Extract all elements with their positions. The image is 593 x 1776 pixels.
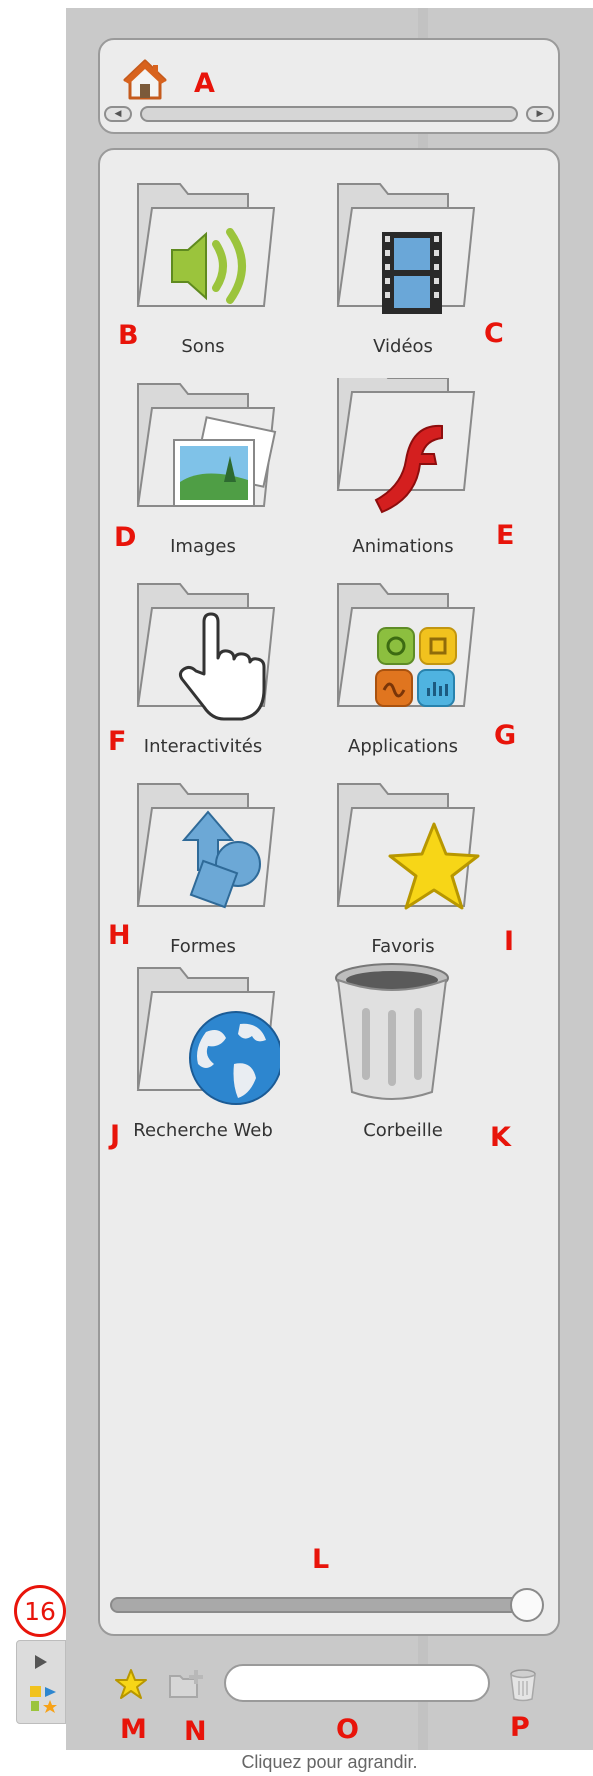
annotation-c: C	[484, 318, 504, 349]
scroll-left-arrow[interactable]: ◀	[104, 106, 132, 122]
folder-interactivites[interactable]: Interactivités	[118, 578, 288, 768]
library-mini-icon	[30, 1686, 57, 1713]
zoom-slider-track[interactable]	[110, 1597, 530, 1613]
add-favorite-star-icon[interactable]	[114, 1668, 148, 1700]
annotation-d: D	[114, 522, 137, 553]
annotation-g: G	[494, 720, 517, 751]
folder-label: Recherche Web	[133, 1120, 273, 1141]
annotation-o: O	[336, 1714, 359, 1745]
folder-applications[interactable]: Applications	[318, 578, 488, 768]
annotation-b: B	[118, 320, 139, 351]
folder-label: Vidéos	[373, 336, 433, 357]
folder-sons[interactable]: Sons	[118, 178, 288, 368]
folder-label: Images	[170, 536, 236, 557]
annotation-i: I	[504, 926, 515, 957]
annotation-a: A	[194, 68, 215, 99]
folder-label: Sons	[181, 336, 225, 357]
image-folder-icon	[136, 383, 277, 507]
folder-formes[interactable]: Formes	[118, 778, 288, 968]
folder-recherche-web[interactable]: Recherche Web	[118, 962, 288, 1152]
horizontal-scrollbar[interactable]: ◀ ▶	[102, 102, 560, 126]
navigation-bar: ◀ ▶	[98, 38, 560, 134]
annotation-j: J	[110, 1120, 121, 1151]
folder-label: Corbeille	[363, 1120, 443, 1141]
annotation-k: K	[490, 1122, 511, 1153]
collapsed-tab[interactable]	[16, 1640, 66, 1724]
new-folder-icon[interactable]	[168, 1668, 208, 1700]
folder-images[interactable]: Images	[118, 378, 288, 568]
scroll-track[interactable]	[140, 106, 518, 122]
shapes-folder-icon	[136, 783, 276, 909]
folder-corbeille[interactable]: Corbeille	[318, 962, 488, 1152]
step-badge: 16	[14, 1585, 66, 1637]
annotation-m: M	[120, 1714, 147, 1745]
folder-favoris[interactable]: Favoris	[318, 778, 488, 968]
globe-folder-icon	[136, 967, 280, 1105]
trash-icon	[335, 963, 449, 1100]
folder-label: Favoris	[371, 936, 435, 957]
folder-videos[interactable]: Vidéos	[318, 178, 488, 368]
annotation-p: P	[510, 1712, 530, 1743]
expand-arrow-icon[interactable]	[35, 1655, 47, 1669]
delete-trash-icon[interactable]	[508, 1668, 538, 1702]
scroll-right-arrow[interactable]: ▶	[526, 106, 554, 122]
annotation-n: N	[184, 1716, 207, 1747]
annotation-l: L	[312, 1544, 330, 1575]
annotation-e: E	[496, 520, 515, 551]
folder-label: Applications	[348, 736, 458, 757]
folder-label: Animations	[352, 536, 454, 557]
annotation-f: F	[108, 726, 127, 757]
video-folder-icon	[336, 183, 476, 314]
zoom-slider-knob[interactable]	[510, 1588, 544, 1622]
flash-folder-icon	[336, 378, 476, 514]
annotation-h: H	[108, 920, 131, 951]
sound-folder-icon	[136, 183, 276, 307]
star-folder-icon	[336, 783, 480, 910]
apps-folder-icon	[336, 583, 476, 707]
search-input[interactable]	[224, 1664, 490, 1702]
zoom-slider[interactable]	[110, 1588, 546, 1622]
folder-label: Interactivités	[143, 736, 263, 757]
home-icon[interactable]	[122, 58, 168, 102]
hand-folder-icon	[136, 583, 276, 721]
image-caption[interactable]: Cliquez pour agrandir.	[66, 1752, 593, 1773]
folder-animations[interactable]: Animations	[318, 378, 488, 568]
folder-label: Formes	[170, 936, 236, 957]
